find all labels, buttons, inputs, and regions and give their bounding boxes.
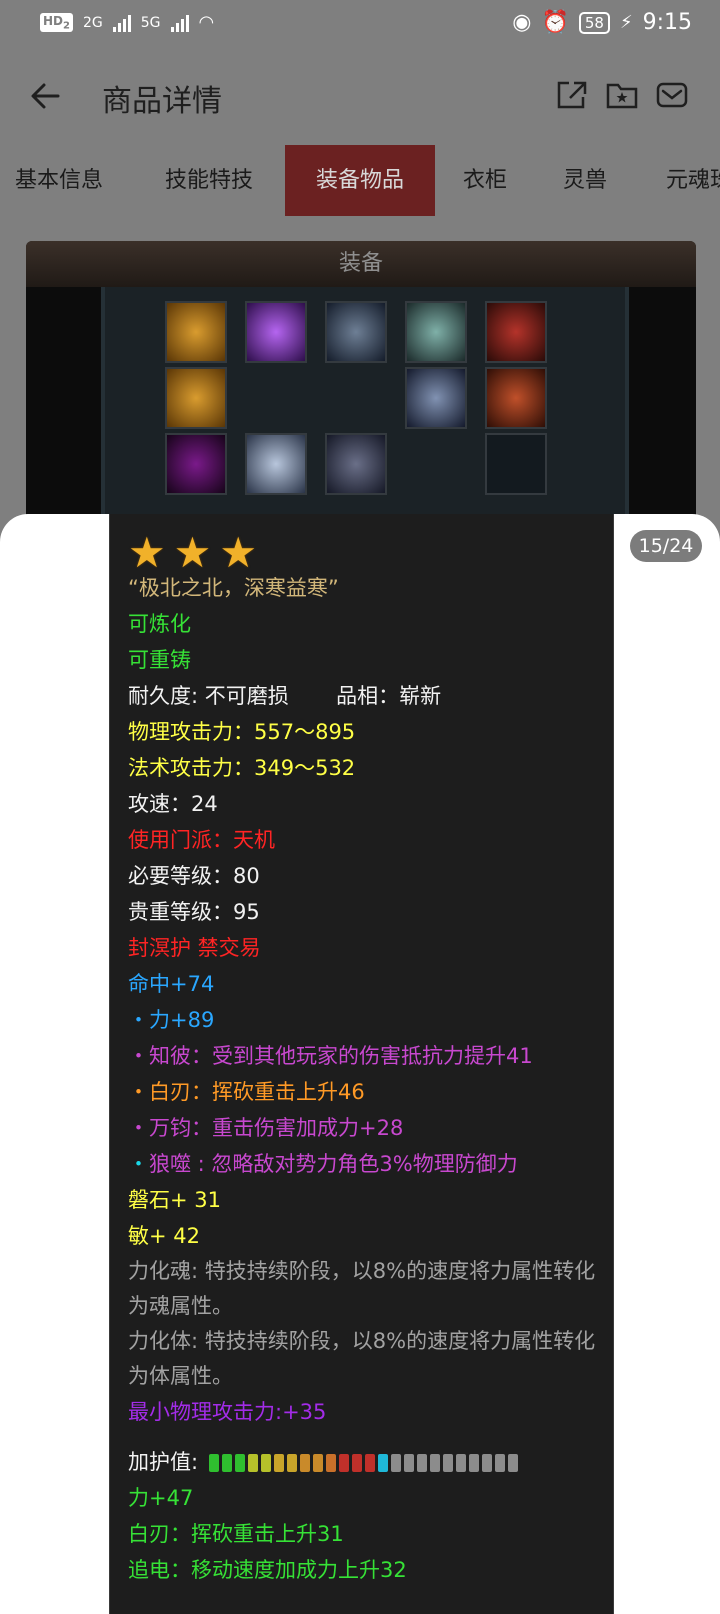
image-counter: 15/24 xyxy=(630,530,702,562)
tab-soul-orb[interactable]: 元魂珠 xyxy=(648,145,720,216)
protect-bar-segment xyxy=(390,1454,401,1472)
equip-slot[interactable] xyxy=(405,367,467,429)
wanjun-effect: ・万钧：重击伤害加成力+28 xyxy=(128,1116,404,1140)
equip-slot[interactable] xyxy=(485,367,547,429)
equip-slot[interactable] xyxy=(485,301,547,363)
protect-bar-segment xyxy=(299,1454,310,1472)
favorite-folder-icon[interactable] xyxy=(606,80,638,110)
bonus-bairen: 白刃：挥砍重击上升31 xyxy=(128,1522,344,1546)
binding-status: 封溟护 禁交易 xyxy=(128,936,261,960)
equipment-grid xyxy=(101,287,629,531)
min-phys-attack: 最小物理攻击力:+35 xyxy=(128,1400,327,1424)
sect-requirement: 使用门派：天机 xyxy=(128,828,275,852)
hd-badge: HD2 xyxy=(40,12,73,33)
protect-bar-segment xyxy=(403,1454,414,1472)
hit-stat: 命中+74 xyxy=(128,972,215,996)
network-5g-label: 5G xyxy=(140,14,161,31)
item-quote: “极北之北，深寒益寒” xyxy=(128,576,339,600)
signal-icon-2 xyxy=(170,14,189,32)
protect-bar-segment xyxy=(247,1454,258,1472)
equip-slot[interactable] xyxy=(325,433,387,495)
protect-bar-segment xyxy=(338,1454,349,1472)
battery-indicator: 58 xyxy=(578,11,610,34)
recastable-label: 可重铸 xyxy=(128,648,191,672)
protect-bar-segment xyxy=(455,1454,466,1472)
tab-wardrobe[interactable]: 衣柜 xyxy=(440,145,530,216)
app-header: 商品详情 xyxy=(0,48,720,146)
protect-bar-segment xyxy=(286,1454,297,1472)
protect-bar-segment xyxy=(507,1454,518,1472)
langshi-effect: ・狼噬 : 忽略敌对势力角色3%物理防御力 xyxy=(128,1152,518,1176)
status-bar: HD2 2G 5G ◠ ◉ ⏰ 58 ⚡ 9:15 xyxy=(0,0,720,48)
equipment-panel: 装备 xyxy=(26,241,696,531)
signal-icon xyxy=(112,14,131,32)
required-level: 必要等级：80 xyxy=(128,864,260,888)
bairen-effect: ・白刃：挥砍重击上升46 xyxy=(128,1080,365,1104)
zhibi-effect: ・知彼：受到其他玩家的伤害抵抗力提升41 xyxy=(128,1044,533,1068)
charging-icon: ⚡ xyxy=(619,12,633,33)
mail-icon[interactable] xyxy=(656,80,688,110)
tab-skills[interactable]: 技能特技 xyxy=(134,145,284,216)
protect-bar-segment xyxy=(351,1454,362,1472)
equip-slot[interactable] xyxy=(165,301,227,363)
eye-icon: ◉ xyxy=(512,10,532,35)
protect-bar-segment xyxy=(468,1454,479,1472)
back-arrow-icon[interactable] xyxy=(28,78,64,114)
tab-equipment[interactable]: 装备物品 xyxy=(285,145,435,216)
durability-row: 耐久度: 不可磨损 品相：崭新 xyxy=(128,678,608,714)
clock-time: 9:15 xyxy=(642,10,692,35)
hua-body-effect: 力化体: 特技持续阶段，以8%的速度将力属性转化为体属性。 xyxy=(128,1329,596,1388)
status-left: HD2 2G 5G ◠ xyxy=(40,12,214,33)
agility-stat: 敏+ 42 xyxy=(128,1224,200,1248)
equip-slot[interactable] xyxy=(325,301,387,363)
equip-slot[interactable] xyxy=(245,433,307,495)
panshi-stat: 磐石+ 31 xyxy=(128,1188,221,1212)
attack-speed: 攻速：24 xyxy=(128,792,218,816)
hua-soul-effect: 力化魂: 特技持续阶段，以8%的速度将力属性转化为魂属性。 xyxy=(128,1259,596,1318)
magic-attack: 法术攻击力：349～532 xyxy=(128,756,356,780)
protect-bar-segment xyxy=(312,1454,323,1472)
status-right: ◉ ⏰ 58 ⚡ 9:15 xyxy=(512,10,692,35)
protect-bar-segment xyxy=(273,1454,284,1472)
smeltable-label: 可炼化 xyxy=(128,612,191,636)
protect-bar-segment xyxy=(416,1454,427,1472)
protect-label: 加护值: xyxy=(128,1450,199,1474)
protect-bar-segment xyxy=(234,1454,245,1472)
equip-slot-empty[interactable] xyxy=(485,433,547,495)
page-title: 商品详情 xyxy=(102,84,222,119)
protect-bar-segment xyxy=(481,1454,492,1472)
equipment-panel-title: 装备 xyxy=(26,241,696,287)
equip-slot[interactable] xyxy=(245,301,307,363)
strength-bonus: ・力+89 xyxy=(128,1008,215,1032)
tab-basic-info[interactable]: 基本信息 xyxy=(0,145,118,216)
phys-attack: 物理攻击力：557～895 xyxy=(128,720,356,744)
item-tooltip: ★ ★ ★ “极北之北，深寒益寒” 可炼化 可重铸 耐久度: 不可磨损 品相：崭… xyxy=(109,514,614,1614)
protect-bar-segment xyxy=(208,1454,219,1472)
network-2g-label: 2G xyxy=(82,14,103,31)
share-icon[interactable] xyxy=(556,80,588,110)
bonus-zhuidian: 追电：移动速度加成力上升32 xyxy=(128,1558,407,1582)
protect-bar-segment xyxy=(325,1454,336,1472)
alarm-icon: ⏰ xyxy=(541,10,569,35)
protect-bar-segment xyxy=(260,1454,271,1472)
protect-value-bar xyxy=(208,1454,518,1472)
protect-bar-segment xyxy=(429,1454,440,1472)
value-level: 贵重等级：95 xyxy=(128,900,260,924)
wifi-icon: ◠ xyxy=(198,12,215,33)
protect-row: 加护值: xyxy=(128,1444,608,1480)
item-attributes: “极北之北，深寒益寒” 可炼化 可重铸 耐久度: 不可磨损 品相：崭新 物理攻击… xyxy=(128,570,608,1588)
protect-bar-segment xyxy=(377,1454,388,1472)
protect-bar-segment xyxy=(494,1454,505,1472)
condition-text: 品相：崭新 xyxy=(336,684,442,708)
protect-bar-segment xyxy=(442,1454,453,1472)
tab-bar: 基本信息 技能特技 装备物品 衣柜 灵兽 元魂珠 xyxy=(0,145,720,216)
bonus-strength: 力+47 xyxy=(128,1486,194,1510)
durability-text: 耐久度: 不可磨损 xyxy=(128,684,289,708)
equip-slot[interactable] xyxy=(165,367,227,429)
tab-spirit-beast[interactable]: 灵兽 xyxy=(540,145,630,216)
protect-bar-segment xyxy=(221,1454,232,1472)
protect-bar-segment xyxy=(364,1454,375,1472)
equip-slot[interactable] xyxy=(405,301,467,363)
equip-slot[interactable] xyxy=(165,433,227,495)
